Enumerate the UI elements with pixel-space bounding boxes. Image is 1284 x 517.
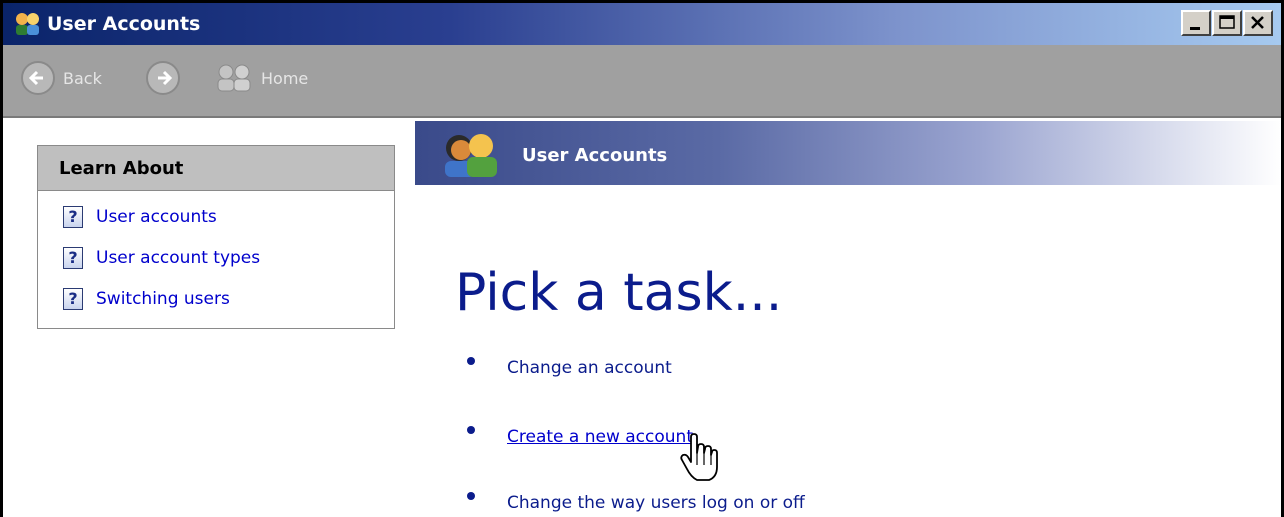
task-link[interactable]: Change an account [507, 358, 672, 378]
learn-item-user-account-types[interactable]: ? User account types [63, 245, 260, 271]
section-title: User Accounts [522, 145, 668, 166]
back-arrow-icon [21, 61, 55, 95]
page-title: Pick a task... [455, 263, 783, 323]
close-icon [1251, 16, 1264, 29]
learn-about-heading: Learn About [59, 158, 184, 179]
section-header: User Accounts [415, 121, 1281, 185]
forward-button[interactable] [146, 59, 180, 97]
back-label: Back [63, 68, 102, 88]
bullet [467, 426, 475, 434]
maximize-button[interactable] [1212, 10, 1242, 36]
help-icon: ? [63, 288, 83, 310]
task-link[interactable]: Change the way users log on or off [507, 493, 805, 513]
title-bar[interactable]: User Accounts [3, 3, 1281, 45]
learn-item-user-accounts[interactable]: ? User accounts [63, 204, 217, 230]
learn-about-panel: Learn About ? User accounts ? User accou… [37, 145, 395, 329]
task-link[interactable]: Create a new account [507, 427, 693, 447]
task-change-account[interactable]: Change an account [467, 353, 672, 383]
minimize-button[interactable] [1181, 10, 1211, 36]
navigation-toolbar: Back Home [3, 45, 1281, 118]
learn-item-label: Switching users [96, 289, 230, 309]
learn-item-label: User accounts [96, 207, 217, 227]
users-icon [16, 13, 39, 35]
users-icon [445, 134, 497, 177]
forward-arrow-icon [146, 61, 180, 95]
learn-item-label: User account types [96, 248, 261, 268]
minimize-icon [1190, 27, 1200, 30]
learn-about-header: Learn About [38, 146, 394, 191]
user-accounts-window: User Accounts Back Home Learn About ? Us… [0, 0, 1284, 517]
learn-item-switching-users[interactable]: ? Switching users [63, 286, 230, 312]
help-icon: ? [63, 206, 83, 228]
home-users-icon [217, 64, 251, 92]
home-button[interactable]: Home [213, 59, 308, 97]
maximize-icon [1219, 15, 1235, 29]
window-title: User Accounts [47, 13, 201, 35]
back-button[interactable]: Back [21, 59, 102, 97]
bullet [467, 492, 475, 500]
help-icon: ? [63, 247, 83, 269]
task-create-account[interactable]: Create a new account [467, 422, 693, 452]
home-label: Home [261, 68, 309, 88]
bullet [467, 357, 475, 365]
hand-cursor-icon [680, 433, 718, 481]
task-change-logon[interactable]: Change the way users log on or off [467, 488, 805, 517]
close-button[interactable] [1243, 10, 1273, 36]
